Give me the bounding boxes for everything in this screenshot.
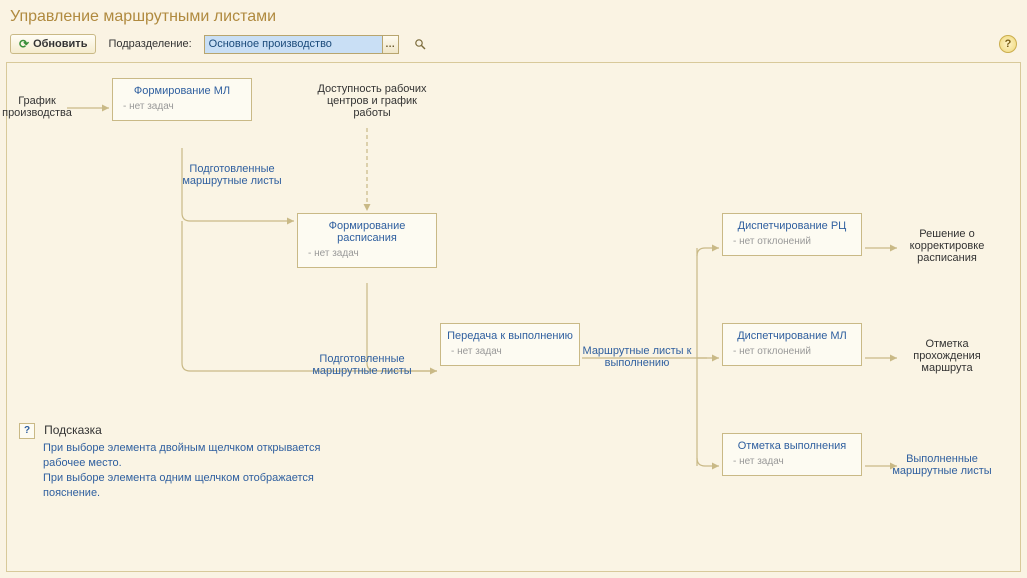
- label-mark-pass: Отметка прохождения маршрута: [892, 338, 1002, 374]
- hint-line1: При выборе элемента двойным щелчком откр…: [43, 441, 359, 471]
- node-sub: - нет отклонений: [729, 236, 855, 247]
- node-title: Диспетчирование РЦ: [729, 220, 855, 232]
- subdivision-value: Основное производство: [205, 36, 382, 53]
- node-form-ml[interactable]: Формирование МЛ - нет задач: [112, 78, 252, 121]
- label-decision: Решение о корректировке расписания: [892, 228, 1002, 264]
- page-title: Управление маршрутными листами: [0, 0, 1027, 30]
- node-sub: - нет отклонений: [729, 346, 855, 357]
- node-sub: - нет задач: [304, 248, 430, 259]
- node-sub: - нет задач: [729, 456, 855, 467]
- refresh-label: Обновить: [33, 38, 87, 50]
- label-routes-exec: Маршрутные листы к выполнению: [582, 345, 692, 369]
- subdivision-combo[interactable]: Основное производство …: [204, 35, 399, 54]
- node-title: Отметка выполнения: [729, 440, 855, 452]
- help-button[interactable]: ?: [999, 35, 1017, 53]
- label-prepared-1: Подготовленные маршрутные листы: [167, 163, 297, 187]
- node-sub: - нет задач: [119, 101, 245, 112]
- hint-box: ? Подсказка При выборе элемента двойным …: [19, 423, 359, 500]
- hint-title: Подсказка: [44, 423, 102, 437]
- search-icon[interactable]: [411, 38, 429, 50]
- subdivision-label: Подразделение:: [108, 38, 191, 50]
- node-mark-done[interactable]: Отметка выполнения - нет задач: [722, 433, 862, 476]
- node-title: Диспетчирование МЛ: [729, 330, 855, 342]
- node-form-schedule[interactable]: Формирование расписания - нет задач: [297, 213, 437, 268]
- question-icon: ?: [19, 423, 35, 439]
- label-prepared-2: Подготовленные маршрутные листы: [297, 353, 427, 377]
- node-disp-rc[interactable]: Диспетчирование РЦ - нет отклонений: [722, 213, 862, 256]
- label-input-graph: График производства: [0, 95, 87, 119]
- node-transfer[interactable]: Передача к выполнению - нет задач: [440, 323, 580, 366]
- label-availability: Доступность рабочих центров и график раб…: [307, 83, 437, 119]
- diagram-canvas: График производства Формирование МЛ - не…: [6, 62, 1021, 572]
- label-done-routes: Выполненные маршрутные листы: [882, 453, 1002, 477]
- node-title: Формирование расписания: [304, 220, 430, 244]
- node-title: Передача к выполнению: [447, 330, 573, 342]
- hint-line2: При выборе элемента одним щелчком отобра…: [43, 471, 359, 501]
- toolbar: ⟳ Обновить Подразделение: Основное произ…: [0, 30, 1027, 62]
- node-disp-ml[interactable]: Диспетчирование МЛ - нет отклонений: [722, 323, 862, 366]
- refresh-button[interactable]: ⟳ Обновить: [10, 34, 96, 54]
- refresh-icon: ⟳: [19, 37, 29, 51]
- ellipsis-icon[interactable]: …: [382, 36, 398, 53]
- node-title: Формирование МЛ: [119, 85, 245, 97]
- node-sub: - нет задач: [447, 346, 573, 357]
